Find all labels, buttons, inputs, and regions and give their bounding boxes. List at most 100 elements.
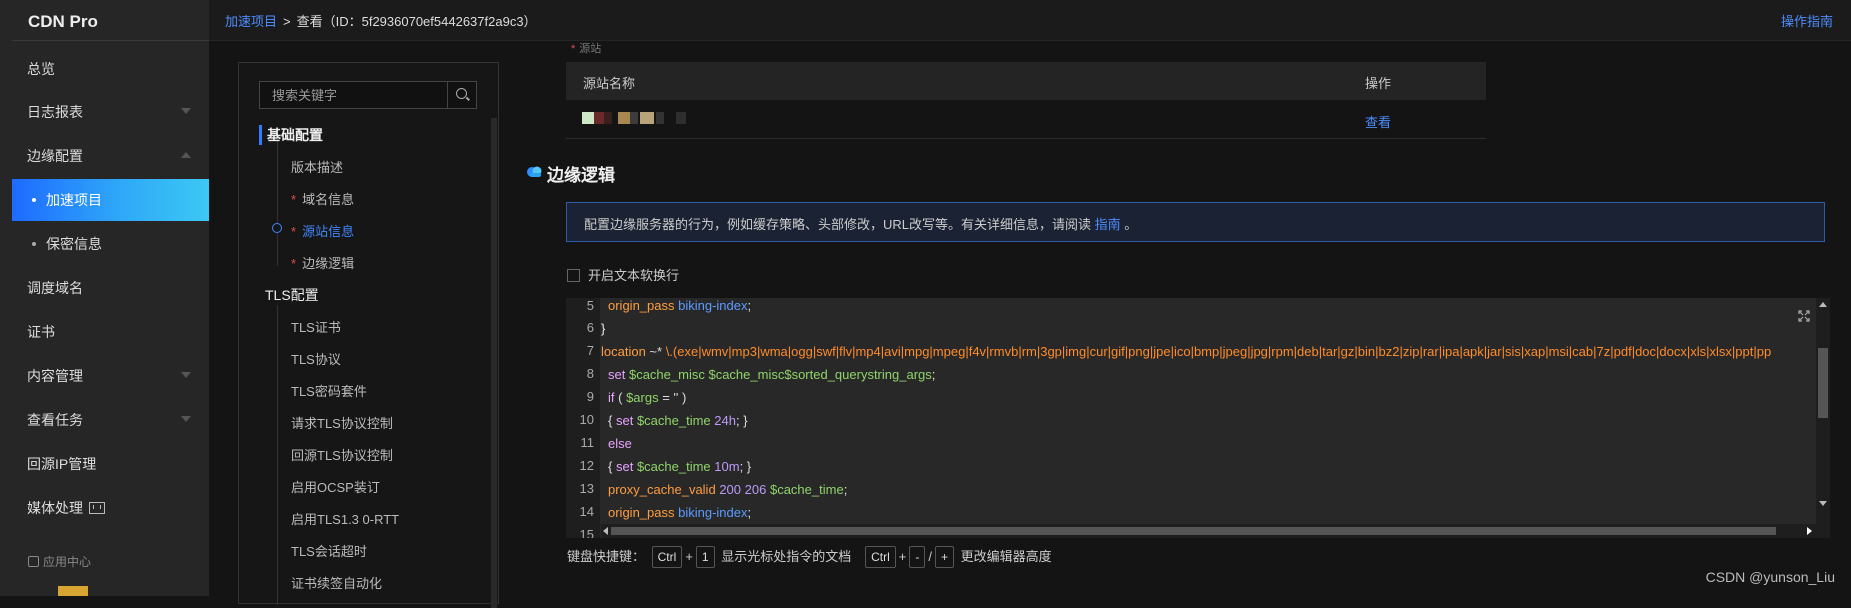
code-line: origin_pass biking-index; bbox=[608, 298, 752, 313]
plus-sign: + bbox=[685, 549, 693, 564]
fullscreen-icon[interactable] bbox=[1798, 310, 1810, 322]
nav-bottom-item[interactable] bbox=[28, 583, 88, 596]
nav-item-accel-projects[interactable]: 加速项目 bbox=[12, 179, 209, 221]
current-position-icon bbox=[272, 223, 282, 233]
outline-item-origin[interactable]: * 源站信息 bbox=[291, 221, 354, 240]
chevron-down-icon bbox=[181, 416, 191, 422]
nav-item-overview[interactable]: 总览 bbox=[12, 48, 209, 90]
nav-item-certificates[interactable]: 证书 bbox=[12, 311, 209, 353]
nav-item-media-processing[interactable]: 媒体处理 bbox=[12, 487, 209, 529]
line-number: 11 bbox=[580, 435, 595, 450]
outline-group-basic[interactable]: 基础配置 bbox=[259, 125, 323, 145]
outline-item-origin-tls[interactable]: 回源TLS协议控制 bbox=[291, 445, 393, 464]
outline-item-domain[interactable]: * 域名信息 bbox=[291, 189, 354, 208]
nav-item-edge-config[interactable]: 边缘配置 bbox=[12, 135, 209, 177]
scroll-thumb[interactable] bbox=[611, 527, 1776, 535]
chevron-down-icon bbox=[181, 372, 191, 378]
app-center-label: 应用中心 bbox=[43, 555, 92, 569]
shortcut-doc-text: 显示光标处指令的文档 bbox=[721, 549, 852, 564]
outline-item-tls-cert[interactable]: TLS证书 bbox=[291, 317, 341, 336]
shortcuts-label: 键盘快捷键： bbox=[567, 549, 646, 564]
code-content[interactable]: origin_pass biking-index; } location ~* … bbox=[601, 298, 1771, 524]
search-button[interactable] bbox=[447, 82, 476, 108]
line-number: 12 bbox=[579, 458, 594, 473]
code-editor[interactable]: 5 6 7 8 9 10 11 12 13 14 15 origin_pass … bbox=[566, 298, 1830, 538]
origin-table: 源站名称 操作 查看 bbox=[566, 62, 1486, 139]
scroll-thumb[interactable] bbox=[1818, 348, 1828, 418]
chevron-up-icon bbox=[181, 152, 191, 158]
outline-item-edge-logic[interactable]: * 边缘逻辑 bbox=[291, 253, 354, 272]
code-line: location ~* \.(exe|wmv|mp3|wma|ogg|swf|f… bbox=[601, 344, 1771, 359]
nav-item-view-tasks[interactable]: 查看任务 bbox=[12, 399, 209, 441]
search-input[interactable] bbox=[260, 82, 450, 108]
nav-label: 媒体处理 bbox=[27, 500, 83, 516]
outline-item-ocsp[interactable]: 启用OCSP装订 bbox=[291, 477, 380, 496]
line-number-gutter: 5 6 7 8 9 10 11 12 13 14 15 bbox=[566, 298, 600, 538]
nav-item-content-management[interactable]: 内容管理 bbox=[12, 355, 209, 397]
top-bar: 加速项目 > 查看（ID：5f2936070ef5442637f2a9c3） 操作指… bbox=[209, 0, 1851, 41]
bullet-icon bbox=[32, 242, 36, 246]
required-mark: * bbox=[291, 256, 297, 271]
operation-guide-link[interactable]: 操作指南 bbox=[1781, 11, 1833, 30]
outline-scrollbar[interactable] bbox=[491, 118, 497, 608]
info-banner: 配置边缘服务器的行为，例如缓存策略、头部修改，URL改写等。有关详细信息，请阅读… bbox=[566, 202, 1825, 242]
scroll-up-icon[interactable] bbox=[1819, 302, 1827, 307]
section-title-edge-logic: 边缘逻辑 bbox=[547, 166, 615, 185]
required-mark: * bbox=[291, 192, 297, 207]
key-ctrl: Ctrl bbox=[865, 546, 896, 568]
app-title: CDN Pro bbox=[28, 12, 98, 31]
breadcrumb-current: 查看（ID：5f2936070ef5442637f2a9c3） bbox=[296, 14, 537, 29]
nav-item-secrets[interactable]: 保密信息 bbox=[12, 223, 209, 265]
line-number: 6 bbox=[586, 320, 594, 335]
view-origin-link[interactable]: 查看 bbox=[1365, 112, 1391, 131]
outline-item-tls-cipher[interactable]: TLS密码套件 bbox=[291, 381, 367, 400]
media-icon bbox=[89, 502, 105, 514]
table-row: 查看 bbox=[566, 100, 1486, 139]
slash-sign: / bbox=[928, 549, 932, 564]
cloud-icon bbox=[527, 166, 542, 177]
nav-label: 证书 bbox=[27, 324, 55, 340]
nav-label: 总览 bbox=[27, 61, 55, 77]
editor-vertical-scrollbar[interactable] bbox=[1816, 298, 1830, 524]
outline-item-tls13-0rtt[interactable]: 启用TLS1.3 0-RTT bbox=[291, 509, 399, 528]
outline-item-label: 域名信息 bbox=[302, 192, 355, 207]
chevron-down-icon bbox=[181, 108, 191, 114]
nav-item-origin-ip[interactable]: 回源IP管理 bbox=[12, 443, 209, 485]
breadcrumb-link-projects[interactable]: 加速项目 bbox=[225, 14, 277, 29]
line-number: 9 bbox=[586, 389, 594, 404]
soft-wrap-label: 开启文本软换行 bbox=[588, 268, 680, 283]
editor-horizontal-scrollbar[interactable] bbox=[601, 524, 1830, 538]
key-ctrl: Ctrl bbox=[651, 546, 683, 568]
nav-item-dispatch-domains[interactable]: 调度域名 bbox=[12, 267, 209, 309]
bullet-icon bbox=[32, 198, 36, 202]
guide-link[interactable]: 指南 bbox=[1095, 217, 1121, 232]
keyboard-shortcuts: 键盘快捷键： Ctrl +1 显示光标处指令的文档 Ctrl + - / + 更改编辑器高… bbox=[567, 546, 1052, 568]
nav-label: 查看任务 bbox=[27, 412, 83, 428]
scroll-right-icon[interactable] bbox=[1807, 527, 1812, 535]
outline-item-label: 版本描述 bbox=[291, 160, 344, 175]
nav-label: 加速项目 bbox=[46, 192, 102, 208]
soft-wrap-checkbox[interactable] bbox=[567, 269, 580, 282]
plus-sign: + bbox=[898, 549, 907, 564]
outline-item-version[interactable]: 版本描述 bbox=[291, 157, 343, 176]
tree-line bbox=[277, 141, 278, 266]
key-minus: - bbox=[909, 546, 926, 568]
line-number: 13 bbox=[579, 481, 594, 496]
info-end: 。 bbox=[1124, 217, 1138, 232]
tree-line bbox=[277, 305, 278, 605]
outline-group-tls[interactable]: TLS配置 bbox=[259, 285, 319, 305]
outline-item-tls-session-timeout[interactable]: TLS会话超时 bbox=[291, 541, 367, 560]
outline-item-cert-renewal[interactable]: 证书续签自动化 bbox=[291, 573, 382, 592]
badge bbox=[58, 586, 88, 596]
nav-divider bbox=[12, 40, 209, 41]
line-number: 7 bbox=[586, 343, 594, 358]
outline-item-request-tls[interactable]: 请求TLS协议控制 bbox=[291, 413, 393, 432]
scroll-down-icon[interactable] bbox=[1819, 501, 1827, 506]
outline-item-tls-protocol[interactable]: TLS协议 bbox=[291, 349, 341, 368]
scroll-left-icon[interactable] bbox=[603, 527, 608, 535]
nav-item-log-reports[interactable]: 日志报表 bbox=[12, 91, 209, 133]
key-plus: + bbox=[934, 546, 954, 568]
info-text: 配置边缘服务器的行为，例如缓存策略、头部修改，URL改写等。有关详细信息，请阅读… bbox=[584, 214, 1137, 233]
soft-wrap-option[interactable]: 开启文本软换行 bbox=[567, 265, 679, 284]
breadcrumb-separator: > bbox=[283, 14, 291, 29]
